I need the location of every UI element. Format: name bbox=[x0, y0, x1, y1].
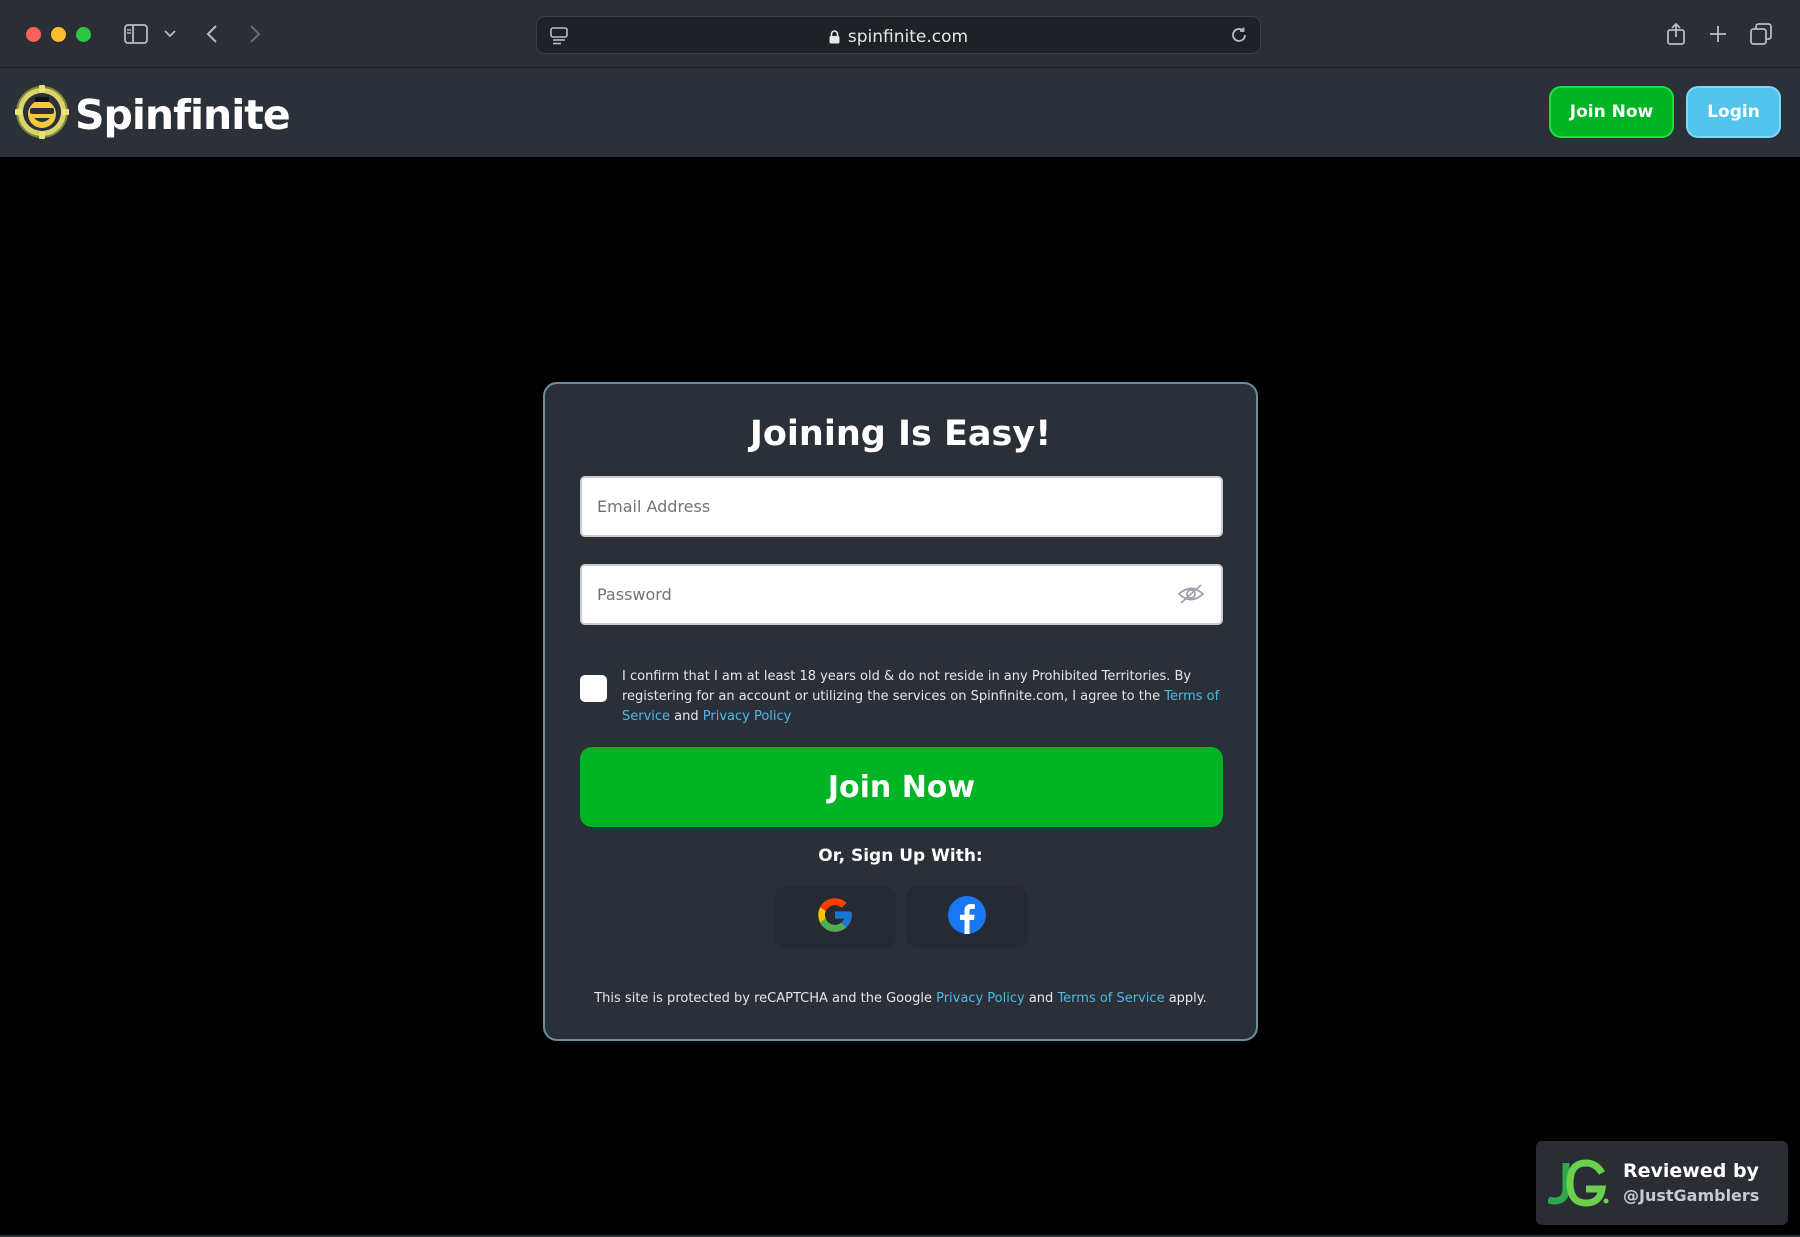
google-signup-button[interactable] bbox=[774, 886, 896, 948]
facebook-icon bbox=[947, 895, 987, 940]
maximize-window-button[interactable] bbox=[76, 27, 91, 42]
email-input[interactable] bbox=[582, 478, 1221, 535]
recaptcha-text-before: This site is protected by reCAPTCHA and … bbox=[594, 991, 937, 1006]
sidebar-toggle-icon[interactable] bbox=[122, 18, 150, 50]
recaptcha-text-after: apply. bbox=[1164, 991, 1207, 1006]
tab-overview-icon[interactable] bbox=[1749, 18, 1773, 50]
lock-icon bbox=[829, 29, 840, 49]
browser-toolbar: spinfinite.com bbox=[0, 0, 1800, 68]
share-icon[interactable] bbox=[1665, 18, 1687, 50]
join-now-button[interactable]: Join Now bbox=[580, 747, 1223, 827]
url-text: spinfinite.com bbox=[537, 27, 1260, 49]
consent-checkbox[interactable] bbox=[580, 675, 607, 702]
google-icon bbox=[815, 895, 855, 940]
google-terms-link[interactable]: Terms of Service bbox=[1057, 991, 1164, 1006]
facebook-signup-button[interactable] bbox=[906, 886, 1028, 948]
justgamblers-logo-icon bbox=[1545, 1159, 1610, 1212]
badge-handle: @JustGamblers bbox=[1623, 1186, 1760, 1205]
password-input[interactable] bbox=[582, 566, 1221, 623]
badge-title: Reviewed by bbox=[1623, 1160, 1759, 1182]
header-login-button[interactable]: Login bbox=[1686, 86, 1781, 138]
reviewed-by-badge: Reviewed by @JustGamblers bbox=[1536, 1141, 1788, 1225]
consent-body-text: I confirm that I am at least 18 years ol… bbox=[622, 669, 1192, 704]
reload-icon[interactable] bbox=[1230, 26, 1248, 49]
recaptcha-and-text: and bbox=[1024, 991, 1058, 1006]
site-header: Spinfinite Join Now Login bbox=[0, 68, 1800, 157]
eye-slash-icon[interactable] bbox=[1177, 582, 1205, 611]
site-logo[interactable]: Spinfinite bbox=[15, 85, 291, 144]
logo-text: Spinfinite bbox=[75, 90, 291, 139]
new-tab-icon[interactable] bbox=[1707, 18, 1729, 50]
back-icon[interactable] bbox=[202, 18, 222, 50]
chevron-down-icon[interactable] bbox=[162, 18, 178, 50]
logo-mascot-icon bbox=[15, 85, 69, 144]
signup-title: Joining Is Easy! bbox=[749, 414, 1052, 454]
minimize-window-button[interactable] bbox=[51, 27, 66, 42]
close-window-button[interactable] bbox=[26, 27, 41, 42]
address-bar[interactable]: spinfinite.com bbox=[536, 16, 1261, 54]
url-label: spinfinite.com bbox=[847, 27, 969, 47]
email-field[interactable] bbox=[580, 476, 1223, 537]
signup-card: Joining Is Easy! I confirm that I am at … bbox=[543, 382, 1258, 1041]
recaptcha-notice: This site is protected by reCAPTCHA and … bbox=[545, 991, 1256, 1006]
header-join-button[interactable]: Join Now bbox=[1549, 86, 1674, 138]
forward-icon[interactable] bbox=[245, 18, 265, 50]
social-signup-heading: Or, Sign Up With: bbox=[818, 846, 983, 866]
privacy-policy-link[interactable]: Privacy Policy bbox=[703, 709, 792, 724]
password-field[interactable] bbox=[580, 564, 1223, 625]
google-privacy-policy-link[interactable]: Privacy Policy bbox=[936, 991, 1025, 1006]
consent-text: I confirm that I am at least 18 years ol… bbox=[622, 667, 1222, 727]
consent-and-text: and bbox=[670, 709, 703, 724]
